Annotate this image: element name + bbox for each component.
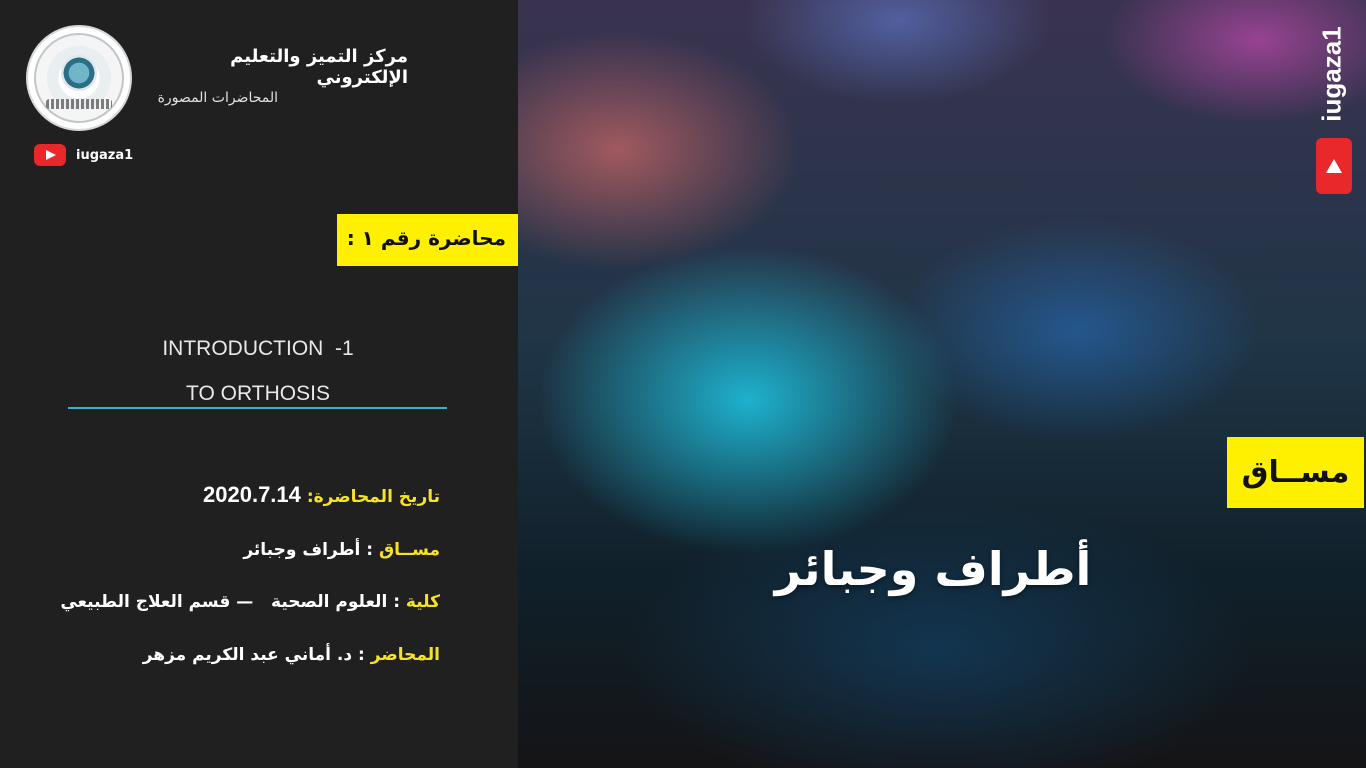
info-panel: مركز التميز والتعليم الإلكتروني المحاضرا… <box>0 0 518 768</box>
date-value: 2020.7.14 <box>203 482 301 507</box>
faculty-row: كلية : العلوم الصحية — قسم العلاج الطبيع… <box>60 592 440 612</box>
lecture-title-line1: INTRODUCTION -1 <box>162 337 354 360</box>
divider <box>68 407 447 409</box>
channel-name: iugaza1 <box>76 147 134 163</box>
course-name: أطراف وجبائر <box>774 542 1092 596</box>
channel-link[interactable]: iugaza1 <box>34 144 133 166</box>
youtube-icon <box>34 144 66 166</box>
youtube-icon <box>1316 138 1352 194</box>
date-label: تاريخ المحاضرة: <box>306 487 440 507</box>
lecture-title: INTRODUCTION -1 TO ORTHOSIS <box>68 326 448 416</box>
vertical-brand[interactable]: iugaza1 <box>1310 12 1354 202</box>
lecture-number-badge: محاضرة رقم ١ : <box>337 214 518 266</box>
course-tag: مســاق <box>1227 437 1364 508</box>
org-title: مركز التميز والتعليم الإلكتروني <box>230 46 408 88</box>
lecturer-value: د. أماني عبد الكريم مزهر <box>142 645 353 665</box>
university-seal-icon <box>26 25 132 131</box>
cover-panel: iugaza1 مســاق أطراف وجبائر <box>518 0 1366 768</box>
course-row: مســاق : أطراف وجبائر <box>243 540 440 560</box>
video-frame: مركز التميز والتعليم الإلكتروني المحاضرا… <box>0 0 1366 768</box>
course-label: مســاق <box>378 540 440 560</box>
course-value: أطراف وجبائر <box>243 540 361 560</box>
brand-vertical-text: iugaza1 <box>1316 26 1347 122</box>
lecturer-row: المحاضر : د. أماني عبد الكريم مزهر <box>142 645 440 665</box>
org-subtitle: المحاضرات المصورة <box>157 90 278 106</box>
date-row: تاريخ المحاضرة: 2020.7.14 <box>40 482 440 508</box>
faculty-label: كلية <box>405 592 440 612</box>
lecture-title-line2: TO ORTHOSIS <box>186 382 330 405</box>
faculty-value: العلوم الصحية — قسم العلاج الطبيعي <box>60 592 388 612</box>
lecturer-label: المحاضر <box>370 645 440 665</box>
